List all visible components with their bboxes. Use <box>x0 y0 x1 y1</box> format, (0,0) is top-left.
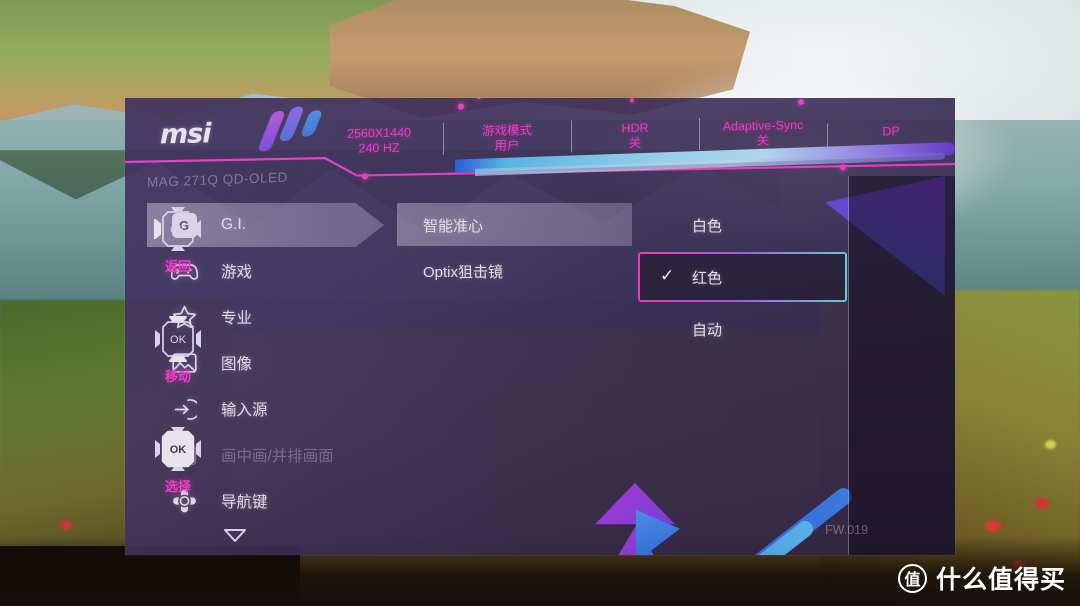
status-hdr-label: HDR <box>621 120 649 136</box>
hint-select[interactable]: OK 选择 <box>125 424 231 495</box>
status-game-mode: 游戏模式 用户 <box>443 122 571 154</box>
hint-move[interactable]: OK 移动 <box>125 314 231 385</box>
submenu-item-optix-scope[interactable]: Optix狙击镜 <box>397 248 632 294</box>
decor-dot <box>630 98 634 103</box>
status-game-mode-value: 用户 <box>494 138 520 153</box>
hint-back[interactable]: OK 返回 <box>125 204 231 275</box>
value-option-red-label: 红色 <box>692 269 723 287</box>
status-game-mode-label: 游戏模式 <box>481 123 532 139</box>
value-option-auto[interactable]: 自动 <box>640 306 845 352</box>
svg-text:OK: OK <box>170 444 187 456</box>
watermark: 值 什么值得买 <box>897 560 1066 596</box>
status-adaptive-sync-label: Adaptive-Sync <box>722 117 804 134</box>
decor-dot <box>798 98 804 106</box>
flower <box>1045 440 1056 449</box>
nav-move-icon: OK <box>125 314 231 364</box>
decor-dot <box>477 98 481 100</box>
decor-dot <box>840 164 846 171</box>
hint-move-label: 移动 <box>164 369 191 384</box>
menu-item-pip-pbp-label: 画中画/并排画面 <box>221 448 334 465</box>
model-name: MAG 271Q QD-OLED <box>147 169 288 190</box>
decor-dot <box>362 173 368 180</box>
submenu-item-smart-crosshair-label: 智能准心 <box>423 217 484 235</box>
watermark-text: 什么值得买 <box>935 566 1066 594</box>
value-option-red[interactable]: ✓ 红色 <box>640 254 845 300</box>
decor-stripe <box>719 517 817 555</box>
nav-back-icon: OK <box>125 204 231 254</box>
osd-divider <box>848 176 849 555</box>
value-option-auto-label: 自动 <box>692 321 723 339</box>
status-hdr-value: 关 <box>628 136 642 151</box>
status-resolution: 2560X1440 240 HZ <box>315 125 443 157</box>
osd-header: msi 2560X1440 240 HZ 游戏模式 用户 HDR 关 Adapt… <box>125 98 955 190</box>
watermark-badge: 值 <box>897 563 927 593</box>
hint-select-label: 选择 <box>164 479 191 494</box>
osd-panel: msi 2560X1440 240 HZ 游戏模式 用户 HDR 关 Adapt… <box>125 98 955 555</box>
status-hdr: HDR 关 <box>571 120 699 152</box>
status-input-value: DP <box>882 123 900 138</box>
nav-select-icon: OK <box>125 424 231 474</box>
value-option-white-label: 白色 <box>692 217 723 235</box>
status-input: DP <box>827 123 955 140</box>
osd-hint-rail <box>849 176 955 555</box>
decor-triangle <box>595 524 637 555</box>
menu-item-input-source-label: 输入源 <box>221 402 268 419</box>
submenu-item-smart-crosshair[interactable]: 智能准心 <box>397 202 632 248</box>
osd-value-list: 白色 ✓ 红色 自动 <box>640 202 845 358</box>
firmware-version: FW.019 <box>825 523 869 537</box>
hint-back-label: 返回 <box>164 259 191 274</box>
status-adaptive-sync: Adaptive-Sync 关 <box>699 118 827 150</box>
decor-dot <box>458 103 464 110</box>
flower <box>60 520 72 530</box>
value-option-white[interactable]: 白色 <box>640 202 845 248</box>
submenu-item-optix-scope-label: Optix狙击镜 <box>423 263 504 281</box>
status-refresh-value: 240 HZ <box>358 140 400 156</box>
check-icon: ✓ <box>660 266 675 285</box>
flower <box>1035 498 1049 509</box>
osd-submenu: 智能准心 Optix狙击镜 <box>397 202 632 294</box>
msi-logo: msi <box>160 118 211 151</box>
svg-text:OK: OK <box>170 224 187 236</box>
flower <box>985 520 1001 532</box>
chevron-down-icon[interactable] <box>223 528 246 542</box>
svg-text:OK: OK <box>170 334 187 346</box>
status-resolution-value: 2560X1440 <box>347 125 411 141</box>
input-source-icon <box>169 394 199 424</box>
